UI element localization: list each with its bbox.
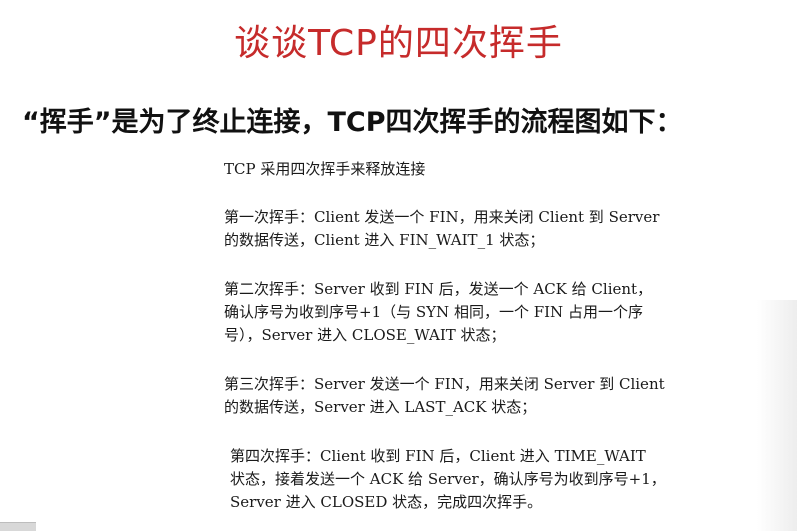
slide-title: 谈谈TCP的四次挥手	[234, 23, 563, 64]
doc-intro: TCP 采用四次挥手来释放连接	[224, 160, 426, 178]
slide: 谈谈TCP的四次挥手 “挥手”是为了终止连接，TCP四次挥手的流程图如下： TC…	[0, 0, 797, 531]
step4-paragraph: 第四次挥手：Client 收到 FIN 后，Client 进入 TIME_WAI…	[224, 445, 724, 514]
step2-line-1: 第二次挥手：Server 收到 FIN 后，发送一个 ACK 给 Client，	[224, 280, 653, 298]
step2-line-2: 确认序号为收到序号+1（与 SYN 相同，一个 FIN 占用一个序	[224, 303, 643, 321]
step3-line-2: 的数据传送，Server 进入 LAST_ACK 状态；	[224, 398, 537, 416]
step4-line-2: 状态，接着发送一个 ACK 给 Server，确认序号为收到序号+1，	[230, 470, 666, 488]
step3-line-1: 第三次挥手：Server 发送一个 FIN，用来关闭 Server 到 Clie…	[224, 375, 665, 393]
slide-nav-icon[interactable]	[0, 522, 36, 531]
slide-subtitle: “挥手”是为了终止连接，TCP四次挥手的流程图如下：	[22, 107, 683, 138]
step1-line-1: 第一次挥手：Client 发送一个 FIN，用来关闭 Client 到 Serv…	[224, 208, 660, 226]
step2-line-3: 号），Server 进入 CLOSE_WAIT 状态；	[224, 326, 506, 344]
page-edge-shadow	[757, 300, 797, 531]
document-excerpt: TCP 采用四次挥手来释放连接 第一次挥手：Client 发送一个 FIN，用来…	[224, 158, 724, 514]
step1-line-2: 的数据传送，Client 进入 FIN_WAIT_1 状态；	[224, 231, 545, 249]
step3-paragraph: 第三次挥手：Server 发送一个 FIN，用来关闭 Server 到 Clie…	[224, 373, 724, 419]
step2-paragraph: 第二次挥手：Server 收到 FIN 后，发送一个 ACK 给 Client，…	[224, 278, 724, 347]
step4-line-3: Server 进入 CLOSED 状态，完成四次挥手。	[230, 493, 543, 511]
step1-paragraph: 第一次挥手：Client 发送一个 FIN，用来关闭 Client 到 Serv…	[224, 206, 724, 252]
step4-line-1: 第四次挥手：Client 收到 FIN 后，Client 进入 TIME_WAI…	[230, 447, 646, 465]
